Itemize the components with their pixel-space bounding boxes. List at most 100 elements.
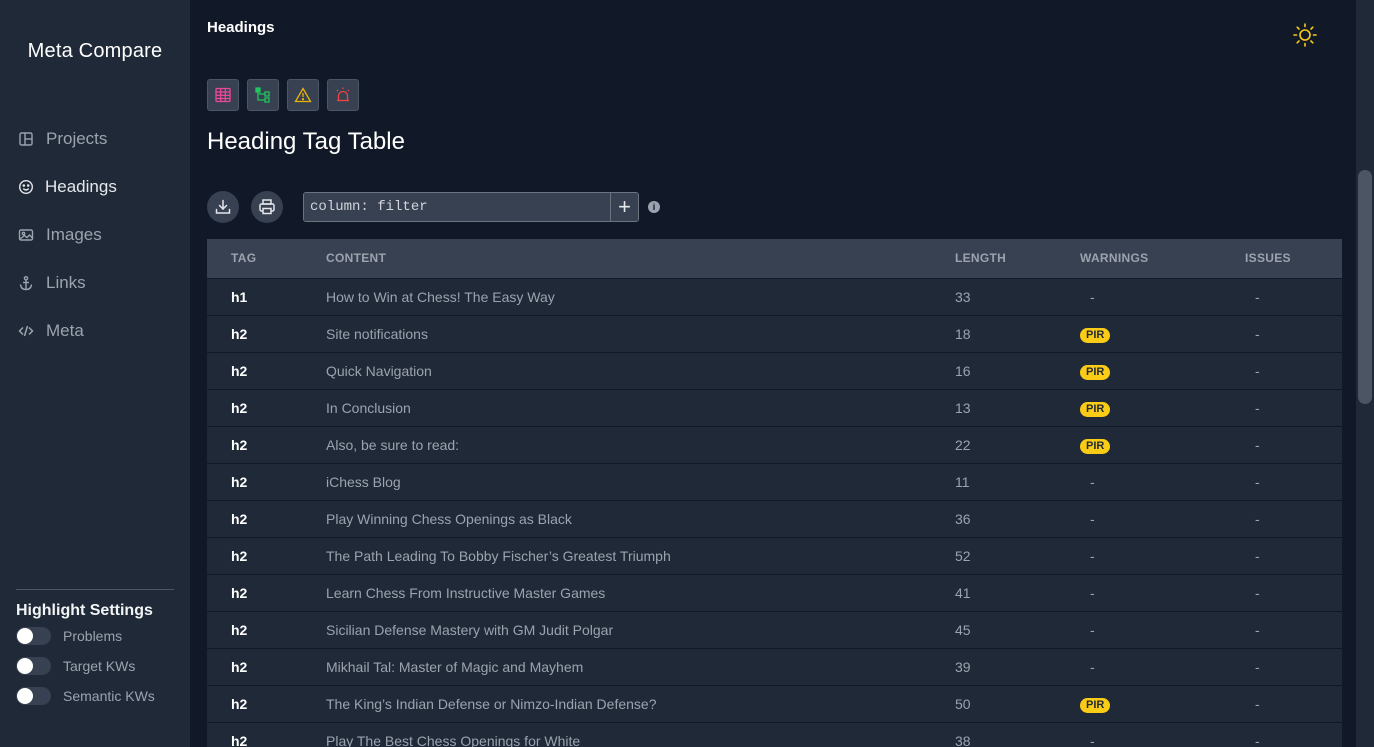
row-warnings-cell: PIR — [1056, 389, 1221, 426]
row-tag-cell: h2 — [231, 325, 248, 342]
filter-input[interactable] — [304, 193, 610, 221]
warning-icon — [294, 87, 312, 103]
row-tag-cell: h2 — [231, 510, 248, 527]
target-kws-toggle[interactable] — [16, 657, 51, 675]
warning-badge: PIR — [1080, 401, 1111, 417]
toggle-label: Target KWs — [63, 658, 136, 674]
toggle-row-problems: Problems — [16, 622, 174, 650]
row-issues-cell: - — [1255, 362, 1260, 379]
row-content-cell: How to Win at Chess! The Easy Way — [326, 288, 555, 305]
table-view-button[interactable] — [207, 79, 239, 111]
table-row[interactable]: h2 The Path Leading To Bobby Fischer’s Gr… — [207, 537, 1342, 574]
row-content-cell: Site notifications — [326, 325, 428, 342]
table-row[interactable]: h2 In Conclusion 13 PIR - — [207, 389, 1342, 426]
row-length-cell: 13 — [955, 399, 971, 416]
table-row[interactable]: h2 Play The Best Chess Openings for White… — [207, 722, 1342, 747]
row-tag-cell: h2 — [231, 695, 248, 712]
row-tag-cell: h2 — [231, 732, 248, 747]
table-row[interactable]: h2 Mikhail Tal: Master of Magic and Mayhe… — [207, 648, 1342, 685]
warning-badge: PIR — [1080, 327, 1111, 343]
main-content: Headings Heading Tag Table column: filte… — [190, 0, 1356, 747]
row-issues-cell: - — [1255, 658, 1260, 675]
row-warnings-cell: PIR — [1056, 352, 1221, 389]
sun-icon[interactable] — [1292, 22, 1318, 48]
semantic-kws-toggle[interactable] — [16, 687, 51, 705]
highlight-settings: Highlight Settings Problems Target KWs S… — [16, 589, 174, 710]
sidebar-item-meta[interactable]: Meta — [0, 307, 190, 355]
row-issues-cell: - — [1255, 621, 1260, 638]
row-warnings-cell: PIR — [1056, 426, 1221, 463]
alarm-icon — [336, 87, 350, 102]
print-button[interactable] — [251, 191, 283, 223]
table-row[interactable]: h2 Quick Navigation 16 PIR - — [207, 352, 1342, 389]
row-tag-cell: h2 — [231, 621, 248, 638]
add-filter-button[interactable]: + — [610, 193, 638, 221]
table-row[interactable]: h2 Play Winning Chess Openings as Black 36… — [207, 500, 1342, 537]
warnings-view-button[interactable] — [287, 79, 319, 111]
table-row[interactable]: h2 The King’s Indian Defense or Nimzo-Ind… — [207, 685, 1342, 722]
page-crumb: Headings — [207, 19, 275, 36]
sidebar-item-projects[interactable]: Projects — [0, 115, 190, 163]
row-tag-cell: h2 — [231, 362, 248, 379]
column-header-issues[interactable]: ISSUES — [1221, 239, 1342, 278]
row-length-cell: 50 — [955, 695, 971, 712]
table-row[interactable]: h2 iChess Blog 11 - - — [207, 463, 1342, 500]
info-icon[interactable]: i — [648, 201, 660, 213]
table-row[interactable]: h2 Also, be sure to read: 22 PIR - — [207, 426, 1342, 463]
sidebar-item-links[interactable]: Links — [0, 259, 190, 307]
toggle-row-target-kws: Target KWs — [16, 652, 174, 680]
row-length-cell: 18 — [955, 325, 971, 342]
sidebar-item-label: Projects — [46, 129, 108, 148]
table-row[interactable]: h2 Site notifications 18 PIR - — [207, 315, 1342, 352]
sidebar-nav: Projects Headings Images Links Meta — [0, 115, 190, 355]
column-header-tag[interactable]: TAG — [207, 239, 302, 278]
table-row[interactable]: h2 Learn Chess From Instructive Master Ga… — [207, 574, 1342, 611]
code-icon — [18, 323, 34, 339]
row-content-cell: The King’s Indian Defense or Nimzo-India… — [326, 695, 657, 712]
row-tag-cell: h2 — [231, 436, 248, 453]
tree-view-button[interactable] — [247, 79, 279, 111]
column-header-content[interactable]: CONTENT — [302, 239, 931, 278]
row-issues-cell: - — [1255, 510, 1260, 527]
table-toolbar: + i — [207, 191, 660, 223]
heading-table: TAG CONTENT LENGTH WARNINGS ISSUES h1 How… — [207, 239, 1342, 747]
sidebar-item-images[interactable]: Images — [0, 211, 190, 259]
table-icon — [215, 87, 231, 103]
row-length-cell: 16 — [955, 362, 971, 379]
row-length-cell: 52 — [955, 547, 971, 564]
row-warnings-cell: - — [1090, 621, 1095, 638]
table-body: h1 How to Win at Chess! The Easy Way 33- - h… — [207, 278, 1342, 747]
column-header-length[interactable]: LENGTH — [931, 239, 1056, 278]
row-tag-cell: h2 — [231, 547, 248, 564]
scrollbar-thumb[interactable] — [1358, 170, 1372, 404]
row-length-cell: 22 — [955, 436, 971, 453]
download-button[interactable] — [207, 191, 239, 223]
sidebar-item-label: Meta — [46, 321, 84, 340]
heading-table-container: TAG CONTENT LENGTH WARNINGS ISSUES h1 How… — [207, 239, 1342, 747]
row-length-cell: 41 — [955, 584, 971, 601]
row-content-cell: Play The Best Chess Openings for White — [326, 732, 581, 747]
row-issues-cell: - — [1255, 547, 1260, 564]
sidebar: Meta Compare Projects Headings Images Li… — [0, 0, 190, 747]
layout-icon — [18, 131, 34, 147]
row-issues-cell: - — [1255, 473, 1260, 490]
problems-toggle[interactable] — [16, 627, 51, 645]
table-row[interactable]: h2 Sicilian Defense Mastery with GM Judit… — [207, 611, 1342, 648]
column-header-warnings[interactable]: WARNINGS — [1056, 239, 1221, 278]
row-length-cell: 33 — [955, 288, 971, 305]
download-icon — [215, 199, 231, 214]
sidebar-item-headings[interactable]: Headings — [0, 163, 190, 211]
row-length-cell: 38 — [955, 732, 971, 747]
row-warnings-cell: - — [1090, 584, 1095, 601]
toggle-label: Problems — [63, 628, 123, 644]
row-content-cell: The Path Leading To Bobby Fischer’s Grea… — [326, 547, 671, 564]
issues-view-button[interactable] — [327, 79, 359, 111]
toggle-row-semantic-kws: Semantic KWs — [16, 682, 174, 710]
table-row[interactable]: h1 How to Win at Chess! The Easy Way 33 - - — [207, 278, 1342, 315]
app-title: Meta Compare — [27, 40, 163, 62]
row-warnings-cell: - — [1090, 473, 1095, 490]
warning-badge: PIR — [1080, 438, 1111, 454]
anchor-icon — [18, 275, 34, 291]
warning-badge: PIR — [1080, 364, 1111, 380]
row-issues-cell: - — [1255, 399, 1260, 416]
